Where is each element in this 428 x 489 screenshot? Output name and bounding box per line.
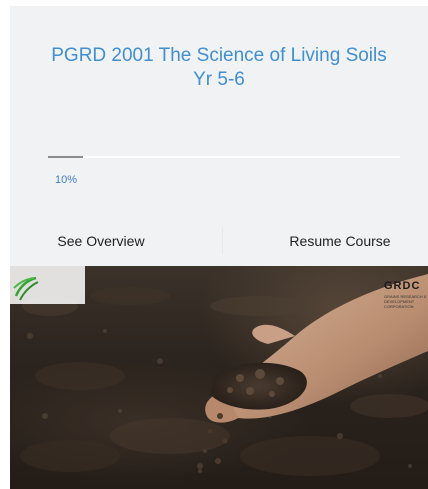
see-overview-button[interactable]: See Overview [10, 218, 222, 264]
grdc-logo [10, 266, 85, 304]
resume-course-button[interactable]: Resume Course [222, 218, 428, 264]
logo-subtext: GRAINS RESEARCH & DEVELOPMENT CORPORATIO… [384, 294, 427, 309]
progress-percentage: 10% [55, 174, 78, 186]
course-card[interactable]: PGRD 2001 The Science of Living Soils Yr… [10, 6, 428, 489]
progress-bar-fill [48, 156, 84, 158]
progress-bar [48, 156, 400, 158]
course-title[interactable]: PGRD 2001 The Science of Living Soils Yr… [10, 44, 428, 92]
course-image[interactable]: GRDC GRAINS RESEARCH & DEVELOPMENT CORPO… [10, 266, 428, 489]
logo-text: GRDC [384, 280, 421, 292]
card-actions: See Overview Resume Course [10, 218, 428, 264]
